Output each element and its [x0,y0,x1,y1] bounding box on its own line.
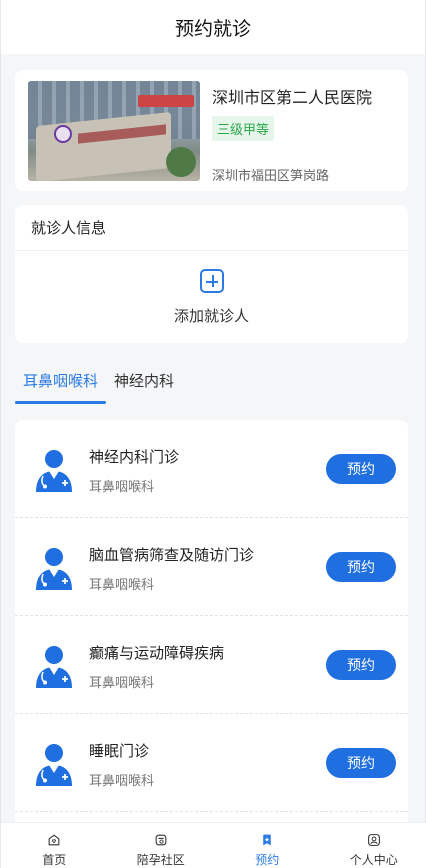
clinic-list: 神经内科门诊 耳鼻咽喉科 预约 脑血管病筛查及随访门诊 耳鼻咽喉科 预约 癫痛与… [15,420,408,830]
clinic-department: 耳鼻咽喉科 [89,578,155,593]
nav-profile-label: 个人中心 [349,853,398,867]
app-screen: 预约就诊 深圳市区第二人民医院 三级甲等 深圳市福田区笋岗路 就诊人信息 添加就… [0,0,426,868]
list-item: 神经内科门诊 耳鼻咽喉科 预约 [15,420,408,518]
hospital-level-badge: 三级甲等 [212,116,275,141]
profile-icon [367,834,380,846]
nav-home[interactable]: 首页 [1,823,108,868]
hospital-address: 深圳市福田区笋岗路 [212,169,330,184]
department-tabs: 耳鼻咽喉科 神经内科 [15,364,182,404]
clinic-department: 耳鼻咽喉科 [89,480,155,495]
clinic-name: 脑血管病筛查及随访门诊 [89,546,255,564]
book-button[interactable]: 预约 [326,650,396,680]
nav-booking-label: 预约 [255,853,280,867]
add-patient-label: 添加就诊人 [173,307,249,325]
add-patient-button[interactable]: 添加就诊人 [15,269,408,326]
doctor-icon [36,548,72,590]
nav-home-label: 首页 [42,853,67,867]
nav-community-label: 陪孕社区 [136,853,185,867]
tab-neurology[interactable]: 神经内科 [106,364,182,404]
book-button[interactable]: 预约 [326,748,396,778]
hospital-logo-icon [54,125,72,143]
plus-icon [199,269,224,293]
doctor-icon [36,450,72,492]
clinic-name: 睡眠门诊 [89,742,150,760]
tab-ent[interactable]: 耳鼻咽喉科 [15,364,107,404]
page-header: 预约就诊 [1,0,425,54]
bottom-nav: 首页 陪孕社区 预约 个人中心 [1,822,426,868]
book-button[interactable]: 预约 [326,552,396,582]
list-item: 脑血管病筛查及随访门诊 耳鼻咽喉科 预约 [15,518,408,616]
hospital-photo [28,81,200,181]
patient-info-title: 就诊人信息 [15,205,408,251]
doctor-icon [36,646,72,688]
bookmark-star-icon [263,834,272,846]
clinic-name: 神经内科门诊 [89,448,180,466]
book-button[interactable]: 预约 [326,454,396,484]
clinic-name: 癫痛与运动障碍疾病 [89,644,225,662]
nav-profile[interactable]: 个人中心 [321,823,426,868]
doctor-icon [36,744,72,786]
list-item: 睡眠门诊 耳鼻咽喉科 预约 [15,714,408,812]
nav-community[interactable]: 陪孕社区 [108,823,215,868]
clinic-department: 耳鼻咽喉科 [89,774,155,789]
patient-info-card: 就诊人信息 添加就诊人 [15,205,408,343]
hospital-name: 深圳市区第二人民医院 [212,88,373,107]
list-item: 癫痛与运动障碍疾病 耳鼻咽喉科 预约 [15,616,408,714]
community-icon [155,834,167,846]
page-title: 预约就诊 [174,17,251,40]
home-heart-icon [48,834,60,846]
clinic-department: 耳鼻咽喉科 [89,676,155,691]
hospital-card[interactable]: 深圳市区第二人民医院 三级甲等 深圳市福田区笋岗路 [15,70,408,191]
nav-booking[interactable]: 预约 [214,823,321,868]
